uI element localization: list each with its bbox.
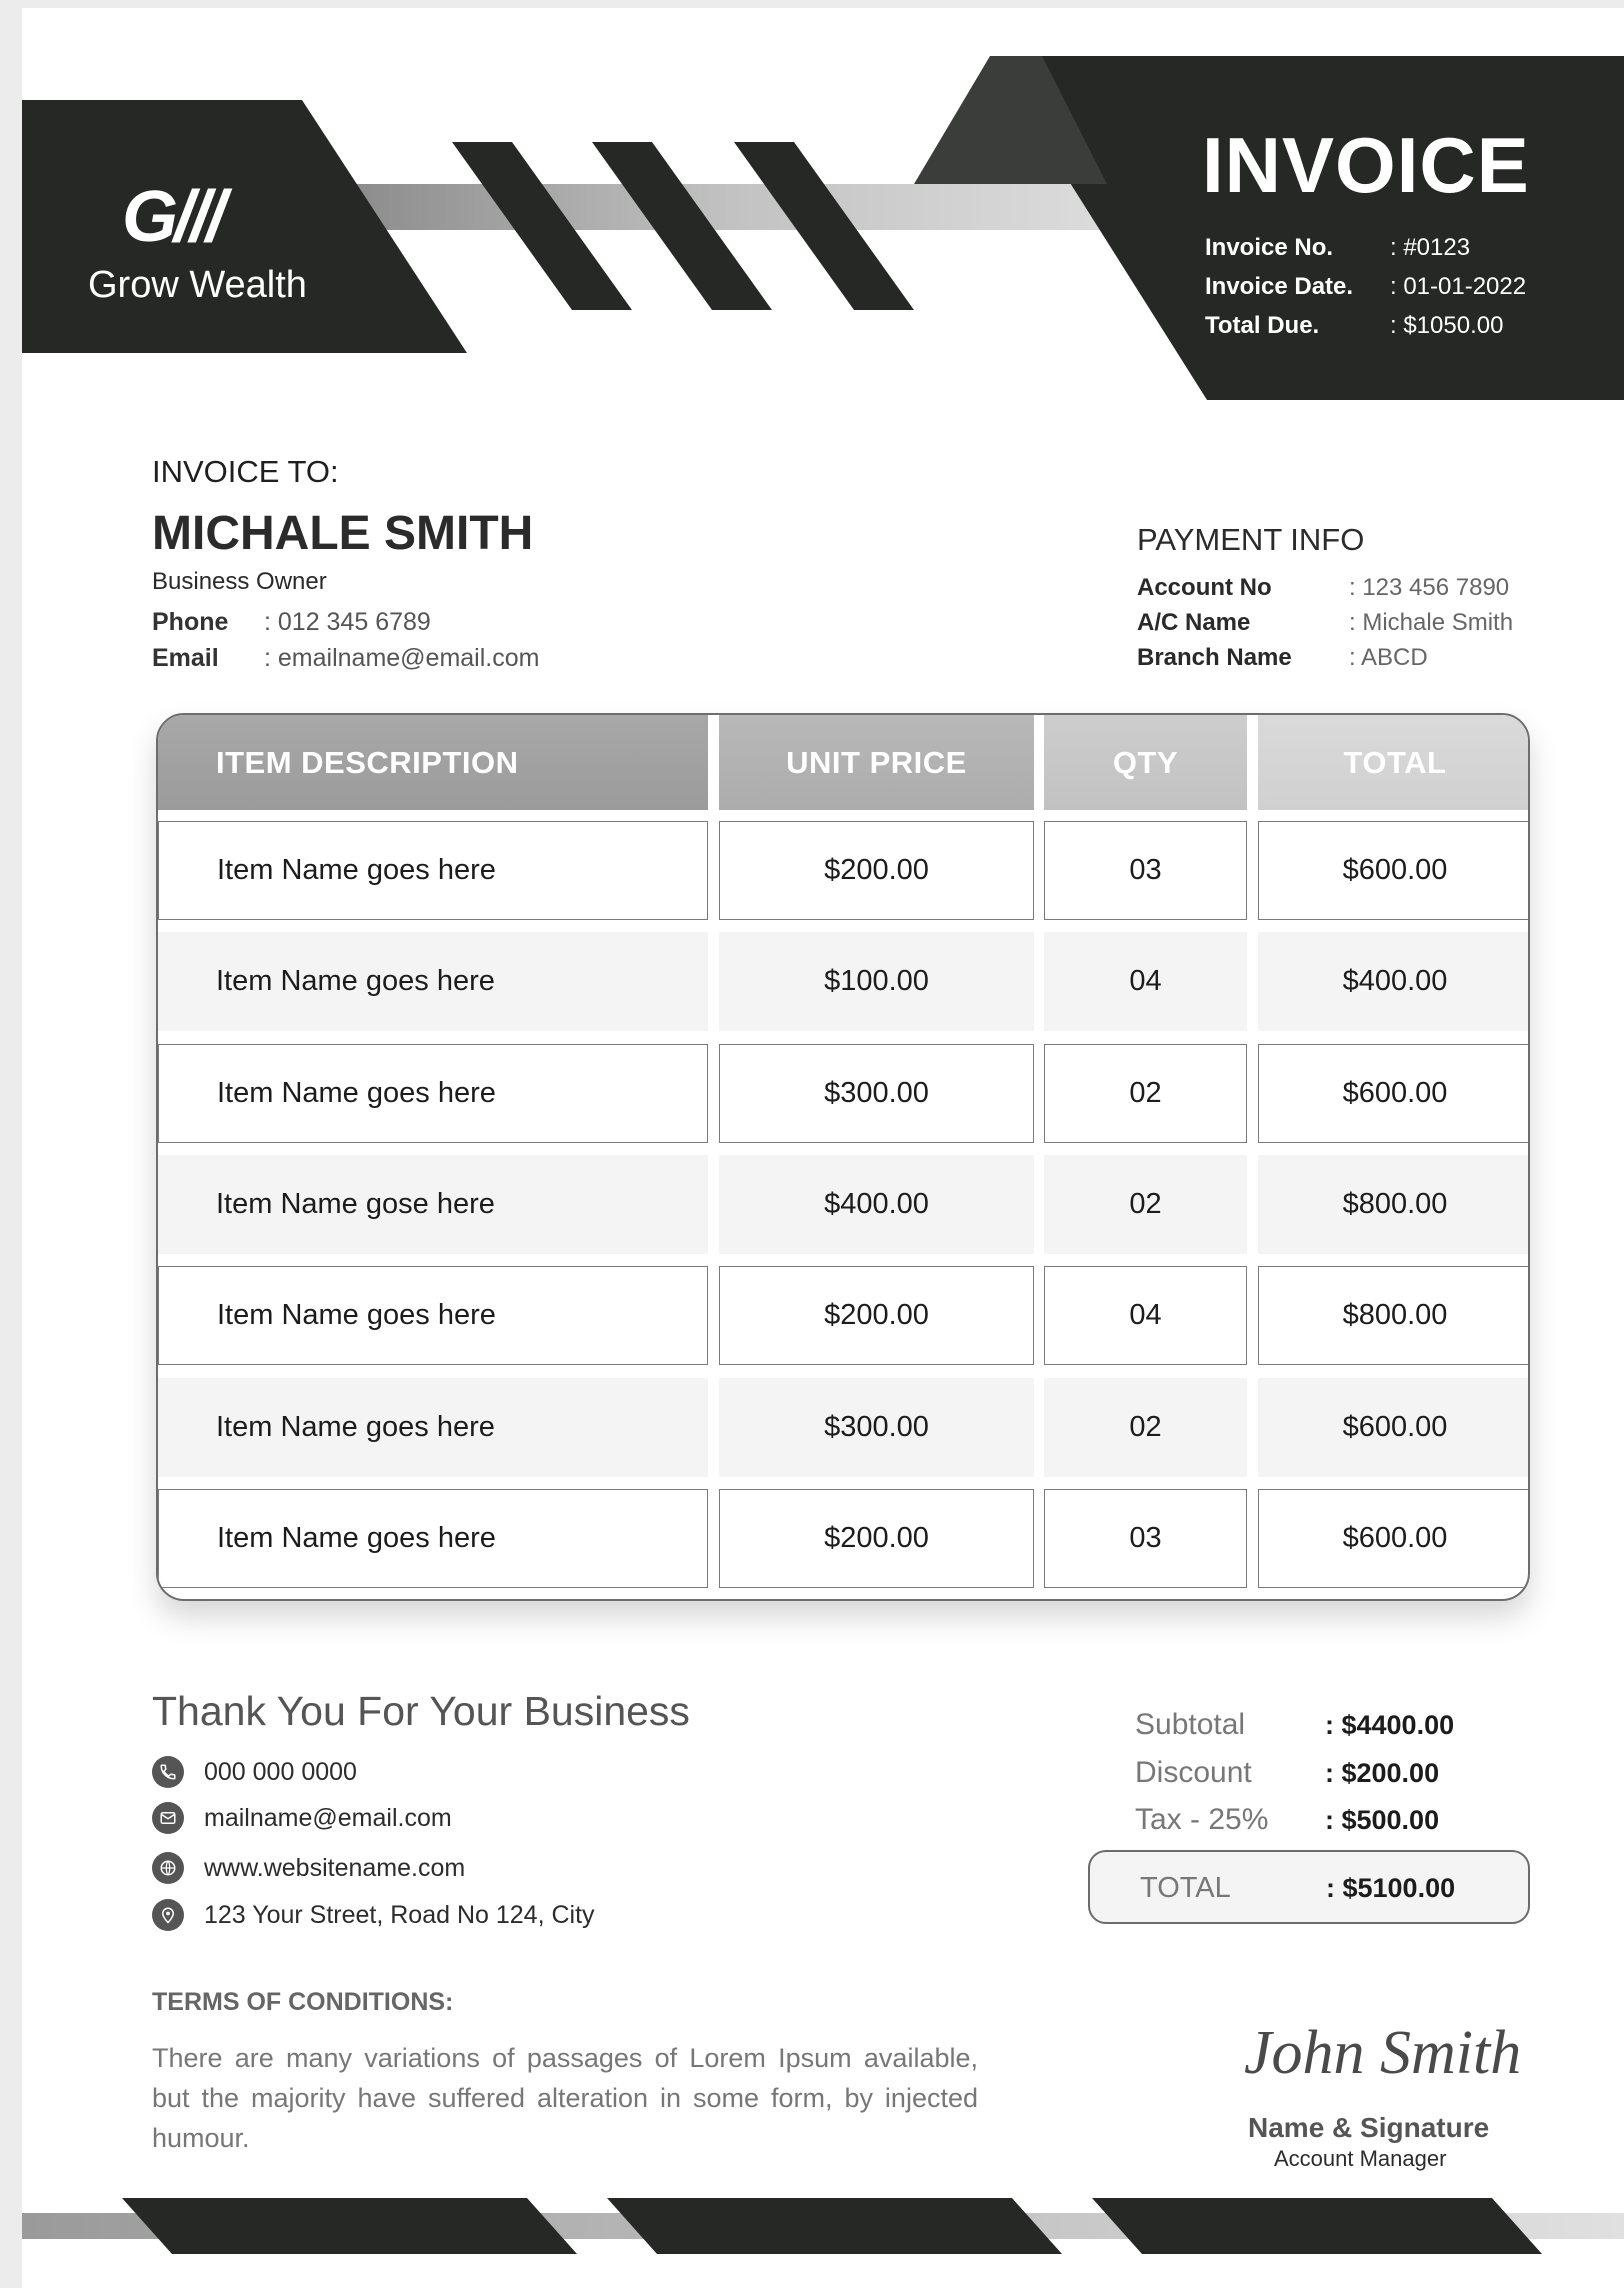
table-cell-unit-price: $200.00 [719, 1266, 1034, 1365]
grand-total-box: TOTAL : $5100.00 [1088, 1850, 1530, 1924]
table-cell-description: Item Name goes here [158, 1489, 708, 1588]
subtotal-row: Subtotal: $4400.00 [1135, 1708, 1455, 1741]
logo-mark: G/// [122, 177, 226, 257]
table-cell-unit-price: $300.00 [719, 1044, 1034, 1143]
table-cell-total: $600.00 [1258, 1044, 1528, 1143]
table-cell-description: Item Name goes here [158, 932, 708, 1031]
table-cell-description: Item Name goes here [158, 1266, 708, 1365]
contact-email: mailname@email.com [152, 1802, 452, 1834]
invoice-date-row: Invoice Date.: 01-01-2022 [1205, 273, 1527, 300]
grand-total-label: TOTAL [1140, 1872, 1231, 1904]
terms-text: There are many variations of passages of… [152, 2043, 978, 2153]
globe-icon [152, 1852, 184, 1884]
table-header-qty: QTY [1044, 715, 1247, 810]
table-cell-total: $600.00 [1258, 821, 1528, 920]
brand-name: Grow Wealth [88, 264, 307, 306]
table-cell-total: $800.00 [1258, 1155, 1528, 1254]
grand-total-value: : $5100.00 [1326, 1873, 1456, 1903]
phone-icon [152, 1756, 184, 1788]
table-cell-unit-price: $200.00 [719, 821, 1034, 920]
table-cell-total: $600.00 [1258, 1378, 1528, 1477]
thank-you-message: Thank You For Your Business [152, 1688, 690, 1734]
table-cell-qty: 03 [1044, 1489, 1247, 1588]
table-cell-qty: 02 [1044, 1378, 1247, 1477]
signature: John Smith [1244, 2019, 1522, 2087]
table-cell-unit-price: $200.00 [719, 1489, 1034, 1588]
payment-info-heading: PAYMENT INFO [1137, 522, 1365, 557]
table-cell-description: Item Name goes here [158, 821, 708, 920]
contact-address: 123 Your Street, Road No 124, City [152, 1899, 595, 1931]
table-cell-unit-price: $400.00 [719, 1155, 1034, 1254]
contact-phone: 000 000 0000 [152, 1756, 357, 1788]
account-no-row: Account No: 123 456 7890 [1137, 574, 1510, 601]
account-name-row: A/C Name: Michale Smith [1137, 609, 1514, 636]
total-due-row: Total Due.: $1050.00 [1205, 312, 1504, 339]
table-cell-description: Item Name gose here [158, 1155, 708, 1254]
table-cell-description: Item Name goes here [158, 1044, 708, 1143]
branch-name-row: Branch Name: ABCD [1137, 644, 1428, 671]
table-cell-unit-price: $100.00 [719, 932, 1034, 1031]
table-cell-qty: 04 [1044, 1266, 1247, 1365]
table-cell-qty: 02 [1044, 1155, 1247, 1254]
table-cell-unit-price: $300.00 [719, 1378, 1034, 1477]
signature-label: Name & Signature [1248, 2112, 1490, 2143]
terms-heading: TERMS OF CONDITIONS: [152, 1988, 454, 2016]
client-name: MICHALE SMITH [152, 507, 534, 560]
signatory-role: Account Manager [1274, 2146, 1447, 2171]
invoice-page: G/// Grow Wealth INVOICE Invoice No.: #0… [22, 8, 1624, 2288]
location-pin-icon [152, 1899, 184, 1931]
table-cell-qty: 04 [1044, 932, 1247, 1031]
table-header-description: ITEM DESCRIPTION [158, 715, 708, 810]
invoice-title: INVOICE [1202, 121, 1530, 209]
mail-icon [152, 1802, 184, 1834]
tax-row: Tax - 25%: $500.00 [1135, 1803, 1440, 1836]
invoice-to-heading: INVOICE TO: [152, 454, 339, 489]
table-cell-total: $600.00 [1258, 1489, 1528, 1588]
discount-row: Discount: $200.00 [1135, 1756, 1440, 1789]
table-cell-total: $400.00 [1258, 932, 1528, 1031]
items-table: ITEM DESCRIPTION UNIT PRICE QTY TOTAL Item N… [156, 713, 1530, 1601]
client-role: Business Owner [152, 568, 327, 595]
table-header-unit-price: UNIT PRICE [719, 715, 1034, 810]
contact-website: www.websitename.com [152, 1852, 465, 1884]
table-cell-qty: 03 [1044, 821, 1247, 920]
client-email-row: Email: emailname@email.com [152, 644, 540, 672]
table-cell-description: Item Name goes here [158, 1378, 708, 1477]
table-cell-total: $800.00 [1258, 1266, 1528, 1365]
client-phone-row: Phone: 012 345 6789 [152, 608, 431, 636]
footer-decoration [22, 2198, 1624, 2254]
invoice-number-row: Invoice No.: #0123 [1205, 234, 1471, 261]
table-header-total: TOTAL [1258, 715, 1528, 810]
table-cell-qty: 02 [1044, 1044, 1247, 1143]
